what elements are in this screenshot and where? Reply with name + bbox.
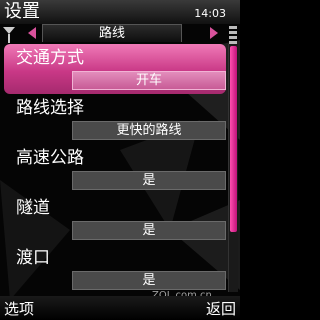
setting-value: 是 bbox=[72, 171, 226, 190]
setting-value: 是 bbox=[72, 221, 226, 240]
setting-label: 隧道 bbox=[16, 198, 50, 218]
signal-icon bbox=[3, 27, 15, 43]
setting-item-tunnel[interactable]: 隧道 是 bbox=[0, 194, 226, 244]
back-softkey[interactable]: 返回 bbox=[206, 299, 236, 319]
setting-value: 更快的路线 bbox=[72, 121, 226, 140]
scrollbar[interactable] bbox=[228, 44, 238, 292]
setting-value: 开车 bbox=[72, 71, 226, 90]
setting-item-route-choice[interactable]: 路线选择 更快的路线 bbox=[0, 94, 226, 144]
page-title: 设置 bbox=[4, 1, 40, 22]
options-softkey[interactable]: 选项 bbox=[4, 299, 34, 319]
tab-route[interactable]: 路线 bbox=[42, 24, 182, 42]
setting-label: 高速公路 bbox=[16, 148, 84, 168]
setting-item-ferry[interactable]: 渡口 是 bbox=[0, 244, 226, 294]
tab-next-arrow-icon[interactable] bbox=[210, 27, 218, 39]
clock: 14:03 bbox=[194, 7, 226, 20]
title-bar: 设置 14:03 bbox=[0, 0, 240, 24]
tab-navigator: 路线 bbox=[18, 24, 222, 42]
setting-label: 路线选择 bbox=[16, 98, 84, 118]
settings-list: 交通方式 开车 路线选择 更快的路线 高速公路 是 隧道 是 渡口 是 bbox=[0, 44, 226, 294]
setting-label: 渡口 bbox=[16, 248, 50, 268]
setting-label: 交通方式 bbox=[16, 48, 84, 68]
setting-value: 是 bbox=[72, 271, 226, 290]
scroll-thumb[interactable] bbox=[230, 46, 237, 232]
setting-item-highway[interactable]: 高速公路 是 bbox=[0, 144, 226, 194]
softkey-bar: 选项 返回 bbox=[0, 296, 240, 320]
tab-prev-arrow-icon[interactable] bbox=[28, 27, 36, 39]
setting-item-transport[interactable]: 交通方式 开车 bbox=[4, 44, 226, 94]
